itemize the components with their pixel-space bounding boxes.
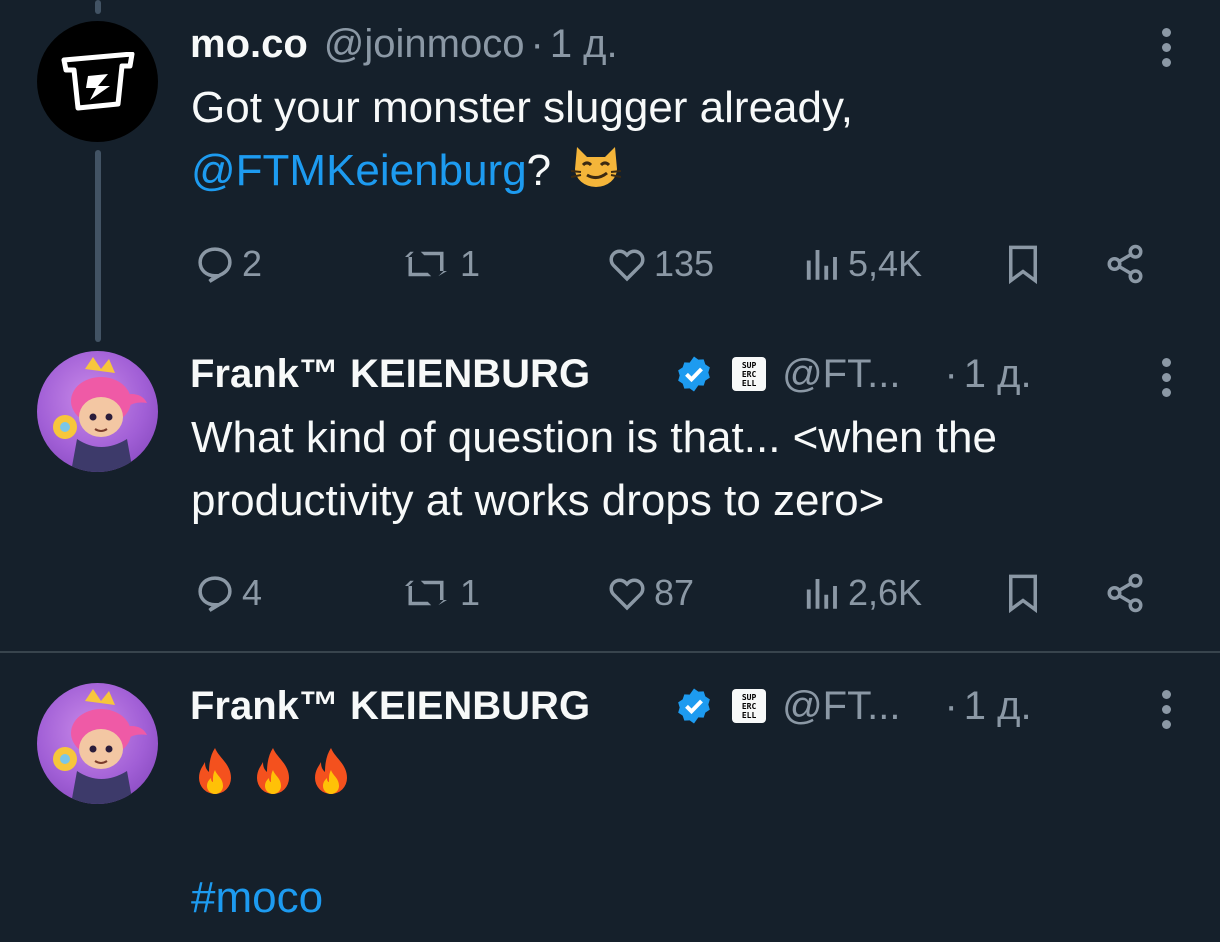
share-icon (1107, 244, 1143, 284)
fire-emoji-row (191, 740, 365, 803)
tweet-actions: 2 1 135 5,4K (190, 236, 1160, 292)
share-button[interactable] (1104, 236, 1146, 292)
tweet-text-punct: ? (526, 146, 552, 195)
user-handle[interactable]: @FT... (782, 352, 900, 397)
tweet-frank-fire[interactable]: Frank™ KEIENBURG SUP ERC ELL @FT... · 1 д.… (0, 676, 1220, 942)
avatar[interactable] (37, 351, 158, 472)
bookmark-icon (1009, 574, 1037, 614)
tweet-header: Frank™ KEIENBURG SUP ERC ELL @FT... · 1 д. (190, 676, 1032, 736)
verified-badge-icon (678, 688, 710, 724)
views-icon (806, 579, 837, 609)
retweet-icon (405, 580, 447, 606)
tweet-text-line: productivity at works drops to zero> (191, 476, 885, 525)
display-name[interactable]: Frank™ KEIENBURG (190, 684, 590, 729)
timestamp[interactable]: 1 д. (550, 22, 618, 67)
avatar[interactable] (37, 683, 158, 804)
hashtag-link[interactable]: #moco (191, 873, 323, 922)
views-button[interactable]: 2,6K (800, 565, 922, 621)
retweet-count: 1 (460, 572, 481, 613)
fire-emoji-icon (257, 748, 289, 795)
heart-icon (609, 578, 645, 611)
timestamp[interactable]: 1 д. (964, 352, 1032, 397)
user-handle[interactable]: @FT... (782, 684, 900, 729)
fire-emoji-icon (199, 748, 231, 795)
retweet-button[interactable]: 1 (398, 236, 480, 292)
like-count: 135 (654, 243, 715, 284)
heart-icon (609, 249, 645, 282)
reply-count: 2 (242, 243, 263, 284)
reply-icon (198, 247, 232, 283)
reply-icon (198, 576, 232, 612)
tweet-frank-reply[interactable]: Frank™ KEIENBURG SUP ERC ELL @FT... · 1 д.… (0, 344, 1220, 644)
thread-connector-top (95, 0, 101, 14)
tweet-actions: 4 1 87 2,6K (190, 565, 1160, 621)
verified-badge-icon (678, 356, 710, 392)
more-options-icon[interactable] (1162, 358, 1174, 397)
reply-count: 4 (242, 572, 263, 613)
view-count: 2,6K (848, 572, 923, 613)
timestamp[interactable]: 1 д. (964, 684, 1032, 729)
views-button[interactable]: 5,4K (800, 236, 922, 292)
tweet-text: Got your monster slugger already, @FTMKe… (191, 76, 853, 202)
tweet-text-line: What kind of question is that... <when t… (191, 413, 997, 462)
tweet-header: Frank™ KEIENBURG SUP ERC ELL @FT... · 1 д. (190, 344, 1032, 404)
separator-dot: · (944, 351, 958, 396)
tweet-text (191, 740, 365, 803)
reply-button[interactable]: 4 (194, 565, 262, 621)
mention-link[interactable]: @FTMKeienburg (191, 146, 527, 195)
moco-logo-icon (61, 51, 134, 110)
views-icon (806, 250, 837, 280)
like-count: 87 (654, 572, 695, 613)
like-button[interactable]: 87 (606, 565, 694, 621)
tweet-hashtag-line: #moco (191, 866, 323, 929)
bookmark-button[interactable] (1002, 236, 1044, 292)
separator-dot: · (944, 683, 958, 728)
smirking-cat-emoji-icon (571, 147, 622, 187)
tweet-moco[interactable]: mo.co @joinmoco · 1 д. Got your monster … (0, 14, 1220, 314)
tweet-text: What kind of question is that... <when t… (191, 406, 997, 532)
user-handle[interactable]: @joinmoco (324, 22, 525, 67)
tweet-text-line: Got your monster slugger already, (191, 83, 853, 132)
retweet-icon (405, 251, 447, 277)
view-count: 5,4K (848, 243, 923, 284)
display-name[interactable]: Frank™ KEIENBURG (190, 352, 590, 397)
share-button[interactable] (1104, 565, 1146, 621)
retweet-button[interactable]: 1 (398, 565, 480, 621)
more-options-icon[interactable] (1162, 28, 1174, 67)
retweet-count: 1 (460, 243, 481, 284)
character-avatar-icon (53, 689, 147, 804)
separator-dot: · (530, 21, 544, 66)
fire-emoji-icon (315, 748, 347, 795)
bookmark-button[interactable] (1002, 565, 1044, 621)
avatar[interactable] (37, 21, 158, 142)
more-options-icon[interactable] (1162, 690, 1174, 729)
tweet-divider (0, 651, 1220, 653)
bookmark-icon (1009, 245, 1037, 285)
supercell-affiliate-badge-icon[interactable]: SUP ERC ELL (732, 689, 767, 723)
reply-button[interactable]: 2 (194, 236, 262, 292)
share-icon (1107, 573, 1143, 613)
like-button[interactable]: 135 (606, 236, 714, 292)
display-name[interactable]: mo.co (190, 22, 308, 67)
supercell-affiliate-badge-icon[interactable]: SUP ERC ELL (732, 357, 767, 391)
character-avatar-icon (53, 357, 147, 472)
tweet-header: mo.co @joinmoco · 1 д. (190, 14, 618, 74)
